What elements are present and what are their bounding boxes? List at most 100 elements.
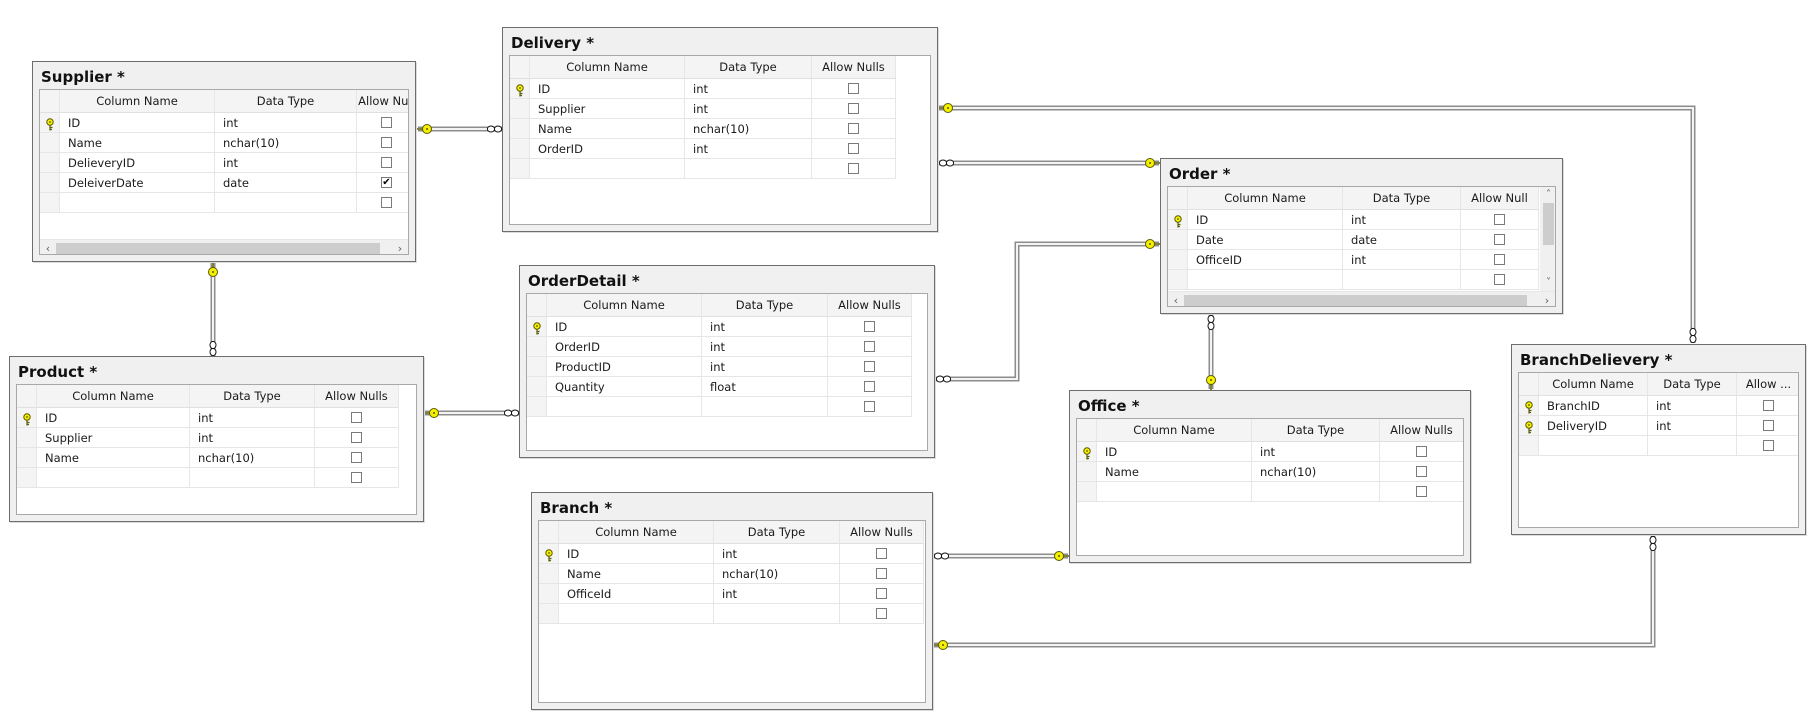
allow-nulls-checkbox[interactable] — [876, 608, 887, 619]
allow-nulls-checkbox[interactable] — [864, 381, 875, 392]
new-column-row[interactable] — [1077, 482, 1463, 502]
column-row[interactable]: OrderID int — [510, 139, 896, 159]
relationship-order-orderdetail[interactable] — [935, 239, 1160, 383]
data-type-cell[interactable] — [1648, 436, 1737, 456]
data-type-cell[interactable]: int — [685, 79, 812, 99]
allow-nulls-checkbox[interactable] — [864, 341, 875, 352]
column-row[interactable]: Date date — [1168, 230, 1539, 250]
data-type-cell[interactable]: int — [215, 153, 357, 173]
table-branch[interactable]: Branch * Column Name Data Type Allow Nulls I… — [531, 492, 933, 710]
data-type-cell[interactable] — [1252, 482, 1380, 502]
row-selector[interactable] — [1168, 250, 1188, 270]
column-row[interactable]: Name nchar(10) — [539, 564, 924, 584]
column-name-cell[interactable]: Quantity — [547, 377, 702, 397]
allow-nulls-checkbox[interactable] — [1763, 440, 1774, 451]
column-name-cell[interactable]: Supplier — [530, 99, 685, 119]
data-type-header[interactable]: Data Type — [1252, 419, 1380, 442]
scroll-right-icon[interactable]: › — [1539, 292, 1555, 306]
column-name-cell[interactable] — [547, 397, 702, 417]
column-row[interactable]: Quantity float — [527, 377, 912, 397]
allow-nulls-checkbox[interactable] — [1416, 446, 1427, 457]
table-branchdelievery[interactable]: BranchDelievery * Column Name Data Type All… — [1511, 344, 1806, 535]
data-type-header[interactable]: Data Type — [702, 294, 828, 317]
table-title[interactable]: Supplier * — [41, 68, 125, 86]
column-row[interactable]: ID int — [1168, 210, 1539, 230]
relationship-office-branch[interactable] — [933, 551, 1069, 561]
row-selector[interactable] — [539, 544, 559, 564]
relationship-supplier-delivery[interactable] — [417, 124, 503, 134]
data-type-cell[interactable]: date — [215, 173, 357, 193]
new-column-row[interactable] — [510, 159, 896, 179]
column-row[interactable]: Supplier int — [510, 99, 896, 119]
table-title[interactable]: Office * — [1078, 397, 1140, 415]
table-supplier[interactable]: Supplier * Column NameData TypeAllow Null… — [32, 61, 416, 262]
allow-nulls-checkbox[interactable] — [876, 548, 887, 559]
table-product[interactable]: Product * Column Name Data Type Allow Nulls… — [9, 356, 424, 522]
allow-nulls-checkbox[interactable] — [351, 452, 362, 463]
column-name-cell[interactable]: Name — [60, 133, 215, 153]
allow-nulls-header[interactable]: Allow ... — [1737, 373, 1798, 396]
data-type-cell[interactable] — [1343, 270, 1461, 290]
column-name-header[interactable]: Column Name — [37, 385, 190, 408]
row-selector[interactable] — [1519, 416, 1539, 436]
column-name-header[interactable]: Column Name — [559, 521, 714, 544]
column-row[interactable]: ID int — [527, 317, 912, 337]
relationship-supplier-product[interactable] — [208, 262, 218, 357]
row-selector[interactable] — [17, 408, 37, 428]
data-type-cell[interactable]: int — [685, 99, 812, 119]
row-selector[interactable] — [510, 99, 530, 119]
allow-nulls-checkbox[interactable] — [848, 103, 859, 114]
allow-nulls-checkbox[interactable] — [1416, 466, 1427, 477]
data-type-header[interactable]: Data Type — [190, 385, 315, 408]
data-type-cell[interactable]: int — [702, 317, 828, 337]
allow-nulls-checkbox[interactable] — [1494, 234, 1505, 245]
column-name-cell[interactable]: ID — [547, 317, 702, 337]
allow-nulls-checkbox[interactable] — [1416, 486, 1427, 497]
allow-nulls-checkbox[interactable] — [351, 432, 362, 443]
column-row[interactable]: ID int — [1077, 442, 1463, 462]
new-column-row[interactable] — [527, 397, 912, 417]
table-title[interactable]: OrderDetail * — [528, 272, 640, 290]
column-name-cell[interactable]: Name — [530, 119, 685, 139]
column-row[interactable]: OrderID int — [527, 337, 912, 357]
table-title[interactable]: Order * — [1169, 165, 1231, 183]
column-name-cell[interactable] — [1539, 436, 1648, 456]
allow-nulls-checkbox[interactable] — [1763, 420, 1774, 431]
new-column-row[interactable] — [17, 468, 399, 488]
data-type-cell[interactable]: int — [714, 544, 840, 564]
column-name-cell[interactable] — [1188, 270, 1343, 290]
table-orderdetail[interactable]: OrderDetail * Column Name Data Type Allow N… — [519, 265, 935, 458]
column-row[interactable]: Name nchar(10) — [1077, 462, 1463, 482]
data-type-cell[interactable]: float — [702, 377, 828, 397]
scroll-thumb[interactable] — [1543, 203, 1554, 245]
data-type-cell[interactable]: int — [190, 428, 315, 448]
horizontal-scrollbar[interactable]: ‹ › — [40, 239, 408, 254]
data-type-header[interactable]: Data Type — [685, 56, 812, 79]
new-column-row[interactable] — [539, 604, 924, 624]
table-title[interactable]: BranchDelievery * — [1520, 351, 1672, 369]
data-type-cell[interactable]: nchar(10) — [1252, 462, 1380, 482]
vertical-scrollbar[interactable]: ˄ ˅ — [1540, 187, 1555, 291]
column-row[interactable]: OfficeID int — [1168, 250, 1539, 270]
column-name-cell[interactable]: OrderID — [547, 337, 702, 357]
data-type-cell[interactable]: nchar(10) — [714, 564, 840, 584]
column-row[interactable]: DelieveryID int — [40, 153, 408, 173]
column-name-cell[interactable]: OfficeID — [1188, 250, 1343, 270]
data-type-cell[interactable]: int — [1343, 250, 1461, 270]
data-type-cell[interactable] — [702, 397, 828, 417]
allow-nulls-header[interactable]: Allow Nulls — [812, 56, 896, 79]
scroll-left-icon[interactable]: ‹ — [40, 240, 56, 254]
column-name-cell[interactable]: ID — [559, 544, 714, 564]
column-row[interactable]: DeleiverDate date ✔ — [40, 173, 408, 193]
column-name-cell[interactable]: OrderID — [530, 139, 685, 159]
data-type-cell[interactable]: int — [685, 139, 812, 159]
data-type-cell[interactable]: int — [702, 357, 828, 377]
column-name-cell[interactable]: ID — [530, 79, 685, 99]
scroll-up-icon[interactable]: ˄ — [1540, 187, 1555, 203]
allow-nulls-checkbox[interactable] — [1494, 214, 1505, 225]
column-name-cell[interactable]: BranchID — [1539, 396, 1648, 416]
allow-nulls-checkbox[interactable] — [864, 321, 875, 332]
allow-nulls-checkbox[interactable] — [1763, 400, 1774, 411]
row-selector[interactable] — [40, 133, 60, 153]
column-name-cell[interactable]: OfficeId — [559, 584, 714, 604]
